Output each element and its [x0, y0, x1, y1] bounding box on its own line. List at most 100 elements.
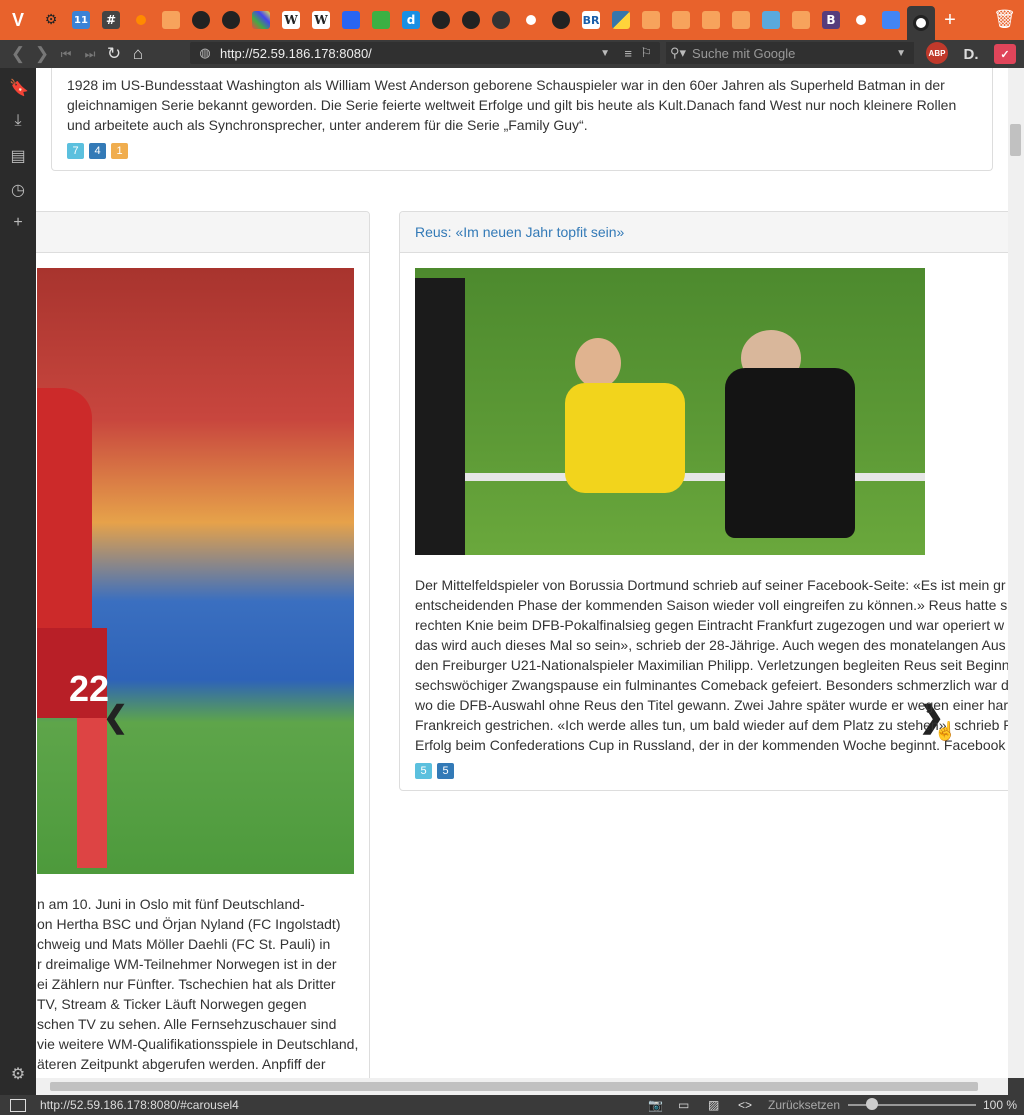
tab-grid[interactable] [247, 6, 275, 34]
trash-icon[interactable]: 🗑 [993, 9, 1016, 30]
wikipedia-icon: W [312, 11, 330, 29]
top-article-line: 1928 im US-Bundesstaat Washington als Wi… [67, 77, 945, 93]
tab-github[interactable] [217, 6, 245, 34]
tab-1[interactable]: ⚙ [37, 6, 65, 34]
address-field[interactable]: ◍ http://52.59.186.178:8080/ ▼ ≡ ⚐ [190, 42, 660, 64]
text-line: den Freiburger U21-Nationalspieler Maxim… [415, 657, 1008, 673]
github-icon [222, 11, 240, 29]
player-leg [77, 718, 107, 868]
tab-d[interactable]: d [397, 6, 425, 34]
tab-hashtag[interactable]: # [97, 6, 125, 34]
tab-github[interactable] [187, 6, 215, 34]
search-dropdown-icon[interactable]: ▼ [896, 48, 906, 59]
text-line: on Hertha BSC und Örjan Nyland (FC Ingol… [37, 916, 341, 932]
tab-br[interactable]: BR [577, 6, 605, 34]
github-icon [552, 11, 570, 29]
tab-orange-circle[interactable] [847, 6, 875, 34]
tiling-icon[interactable]: ▭ [678, 1098, 689, 1112]
images-icon[interactable]: ▨ [708, 1098, 719, 1112]
calendar-icon: 11 [72, 11, 90, 29]
zoom-slider-handle[interactable] [866, 1098, 878, 1110]
d-extension-icon[interactable]: D. [960, 44, 982, 64]
grid-icon [252, 11, 270, 29]
history-icon[interactable]: ◷ [9, 180, 27, 200]
standing-person [415, 278, 465, 555]
tab-orange[interactable] [127, 6, 155, 34]
text-line: entscheidenden Phase der kommenden Saiso… [415, 597, 1008, 613]
tab-rss[interactable] [727, 6, 755, 34]
article-title-link[interactable]: Reus: «Im neuen Jahr topfit sein» [415, 224, 624, 240]
vertical-scroll-thumb[interactable] [1010, 124, 1021, 156]
horizontal-scrollbar[interactable] [36, 1078, 1008, 1095]
orange-circle-icon [853, 12, 869, 28]
br-icon: BR [582, 11, 600, 29]
screenshot-icon[interactable]: 📷 [648, 1098, 663, 1112]
tab-wikipedia[interactable]: W [307, 6, 335, 34]
github-icon [432, 11, 450, 29]
top-article-line: gleichnamigen Serie bekannt geworden. Di… [67, 97, 957, 113]
vertical-scrollbar[interactable] [1008, 68, 1024, 1078]
add-panel-icon[interactable]: + [9, 214, 27, 232]
notes-icon[interactable]: ▤ [9, 146, 27, 166]
text-line: Erfolg beim Confederations Cup in Russla… [415, 737, 1006, 753]
fast-forward-button[interactable]: ⏭ [78, 47, 102, 62]
new-tab-button[interactable]: + [936, 9, 964, 32]
tab-pin[interactable] [487, 6, 515, 34]
vivaldi-menu-icon[interactable]: V [0, 0, 36, 40]
tab-docs[interactable] [877, 6, 905, 34]
rewind-button[interactable]: ⏮ [54, 47, 78, 62]
rss-icon [702, 11, 720, 29]
carousel-prev-icon[interactable]: ❮ [103, 700, 128, 735]
yellow-jersey [565, 383, 685, 493]
pocket-icon[interactable]: ✓ [994, 44, 1016, 64]
hand-cursor-icon: ☝ [934, 721, 957, 741]
horizontal-scroll-thumb[interactable] [50, 1082, 978, 1091]
badge: 5 [437, 763, 454, 779]
tab-python[interactable] [607, 6, 635, 34]
tab-rss[interactable] [697, 6, 725, 34]
tab-bootstrap[interactable]: B [817, 6, 845, 34]
right-article-text: Der Mittelfeldspieler von Borussia Dortm… [415, 575, 1008, 779]
tab-github[interactable] [427, 6, 455, 34]
back-button[interactable]: ❮ [6, 44, 30, 64]
page-content: 1928 im US-Bundesstaat Washington als Wi… [36, 68, 1008, 1078]
tab-icon: ⚙ [44, 12, 58, 28]
badge-row: 741 [67, 139, 967, 159]
black-shirt [725, 368, 855, 538]
reload-icon[interactable]: ↻ [102, 44, 126, 64]
bootstrap-icon: B [822, 11, 840, 29]
search-field[interactable]: ⚲▾ Suche mit Google ▼ [666, 42, 914, 64]
dropdown-icon[interactable]: ▼ [600, 48, 610, 59]
green-app-icon [372, 11, 390, 29]
tab-calendar[interactable]: 11 [67, 6, 95, 34]
settings-gear-icon[interactable]: ⚙ [9, 1064, 27, 1084]
tab-rss[interactable] [637, 6, 665, 34]
adblock-icon[interactable]: ABP [926, 42, 948, 64]
tab-github[interactable] [547, 6, 575, 34]
text-line: TV, Stream & Ticker Läuft Norwegen gegen [37, 996, 307, 1012]
home-icon[interactable]: ⌂ [126, 44, 150, 64]
tab-green[interactable] [367, 6, 395, 34]
tab-twitter[interactable] [757, 6, 785, 34]
code-icon[interactable]: <> [738, 1098, 752, 1112]
tab-rss[interactable] [787, 6, 815, 34]
tab-rss[interactable] [667, 6, 695, 34]
tab-active[interactable] [907, 6, 935, 40]
text-line: Der Mittelfeldspieler von Borussia Dortm… [415, 577, 1006, 593]
tab-github[interactable] [457, 6, 485, 34]
tab-rss[interactable] [157, 6, 185, 34]
panel-toggle-icon[interactable] [10, 1098, 26, 1112]
bookmarks-icon[interactable]: 🔖 [9, 78, 29, 98]
tab-wikipedia[interactable]: W [277, 6, 305, 34]
reader-view-icon[interactable]: ≡ [624, 46, 632, 61]
text-line: wo die DFB-Auswahl ohne Reus den Titel g… [415, 697, 1008, 713]
tab-html5[interactable] [337, 6, 365, 34]
forward-button[interactable]: ❯ [30, 44, 54, 64]
badge-row: 55 [415, 759, 1008, 779]
downloads-icon[interactable]: ⤓ [9, 112, 27, 130]
reset-zoom-button[interactable]: Zurücksetzen [768, 1098, 840, 1112]
site-info-icon[interactable]: ◍ [194, 45, 216, 61]
bookmark-icon[interactable]: ⚐ [640, 45, 652, 61]
tab-orange-circle[interactable] [517, 6, 545, 34]
badge: 7 [67, 143, 84, 159]
